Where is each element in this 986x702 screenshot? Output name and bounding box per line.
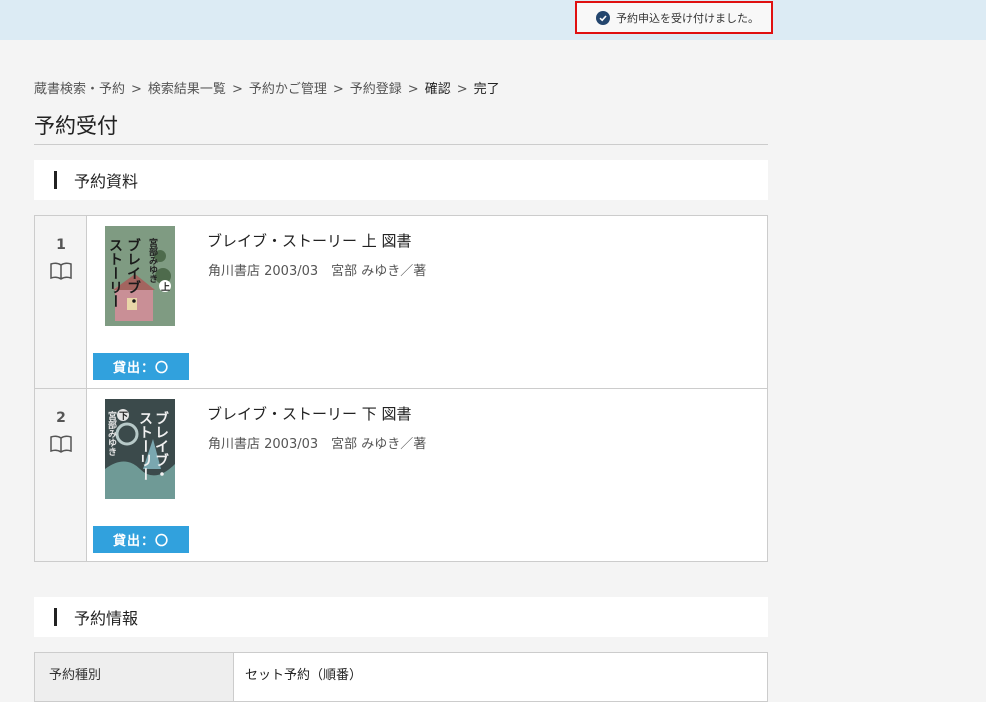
page-title: 予約受付: [34, 114, 118, 138]
list-item: 1 宮部みゆき ブレイブ・ ストーリー 上 ブレイブ・ストーリー 上 図書 角川…: [35, 216, 767, 388]
item-number-column: 1: [35, 216, 87, 388]
title-divider: [34, 144, 768, 145]
check-circle-icon: [596, 10, 610, 25]
availability-badge: 貸出：〇: [93, 526, 189, 553]
list-item: 2 宮部みゆき ストーリー ブレイブ・ 下 ブレイブ・ストーリー 下 図書 角川…: [35, 388, 767, 561]
svg-text:宮部みゆき: 宮部みゆき: [106, 410, 117, 456]
item-number-column: 2: [35, 389, 87, 561]
item-title-link[interactable]: ブレイブ・ストーリー 下 図書: [207, 403, 412, 424]
breadcrumb-item-basket[interactable]: 予約かご管理: [249, 82, 327, 97]
item-number: 1: [56, 237, 66, 253]
item-meta: 角川書店 2003/03 宮部 みゆき／著: [208, 264, 427, 279]
reserved-items-list: 1 宮部みゆき ブレイブ・ ストーリー 上 ブレイブ・ストーリー 上 図書 角川…: [34, 215, 768, 562]
section-marker: [54, 608, 57, 626]
reservation-info-table: 予約種別 セット予約（順番）: [34, 652, 768, 702]
section-title: 予約情報: [74, 609, 139, 628]
item-title-link[interactable]: ブレイブ・ストーリー 上 図書: [207, 230, 412, 251]
breadcrumb-item-results[interactable]: 検索結果一覧: [148, 82, 226, 97]
breadcrumb-separator: >: [231, 82, 243, 97]
reservation-type-label: 予約種別: [35, 653, 234, 701]
svg-text:ストーリー: ストーリー: [107, 238, 123, 308]
svg-text:ブレイブ・: ブレイブ・: [125, 237, 141, 308]
svg-text:上: 上: [161, 281, 170, 293]
item-number: 2: [56, 410, 66, 426]
breadcrumb-separator: >: [131, 82, 142, 97]
breadcrumb-item-search[interactable]: 蔵書検索・予約: [34, 82, 125, 97]
section-marker: [54, 171, 57, 189]
breadcrumb-separator: >: [332, 82, 344, 97]
item-meta: 角川書店 2003/03 宮部 みゆき／著: [208, 437, 427, 452]
svg-text:ブレイブ・: ブレイブ・: [153, 410, 169, 481]
breadcrumb-item-confirm: 確認: [424, 82, 451, 97]
open-book-icon: [50, 262, 72, 280]
reservation-notice: 予約申込を受け付けました。: [575, 1, 773, 34]
notice-message: 予約申込を受け付けました。: [616, 11, 759, 25]
section-header-info: 予約情報: [34, 597, 768, 637]
top-notice-bar: [0, 0, 986, 40]
svg-text:宮部みゆき: 宮部みゆき: [147, 237, 158, 283]
breadcrumb-separator: >: [456, 82, 468, 97]
open-book-icon: [50, 435, 72, 453]
svg-text:下: 下: [119, 411, 128, 422]
breadcrumb-item-register[interactable]: 予約登録: [350, 82, 402, 97]
availability-badge: 貸出：〇: [93, 353, 189, 380]
breadcrumb: 蔵書検索・予約 > 検索結果一覧 > 予約かご管理 > 予約登録 > 確認 > 完了: [34, 78, 500, 97]
breadcrumb-separator: >: [407, 82, 419, 97]
book-cover-image[interactable]: 宮部みゆき ブレイブ・ ストーリー 上: [105, 226, 175, 326]
reservation-type-value: セット予約（順番）: [245, 668, 363, 683]
book-cover-image[interactable]: 宮部みゆき ストーリー ブレイブ・ 下: [105, 399, 175, 499]
svg-text:ストーリー: ストーリー: [137, 411, 153, 481]
breadcrumb-item-complete: 完了: [473, 82, 500, 97]
section-header-materials: 予約資料: [34, 160, 768, 200]
section-title: 予約資料: [74, 172, 139, 191]
